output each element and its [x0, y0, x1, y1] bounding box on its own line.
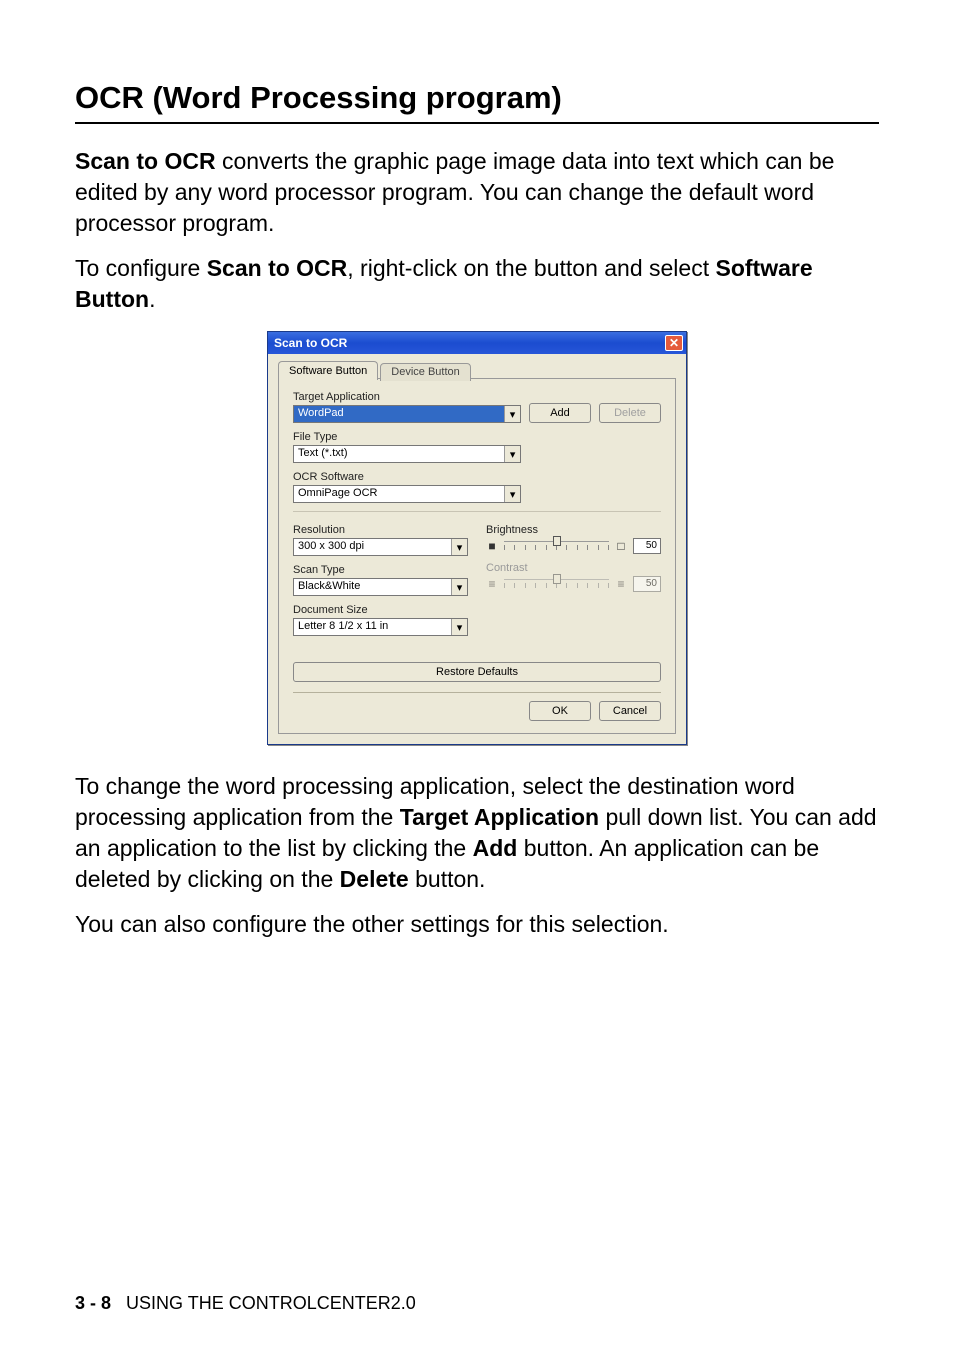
chevron-down-icon[interactable]: ▾ [451, 619, 467, 635]
bold-term-delete: Delete [340, 866, 409, 892]
scan-type-value: Black&White [294, 579, 451, 595]
chevron-down-icon[interactable]: ▾ [504, 486, 520, 502]
label-resolution: Resolution [293, 524, 468, 536]
label-ocr-software: OCR Software [293, 471, 661, 483]
bold-term-scan-to-ocr-2: Scan to OCR [207, 255, 348, 281]
dialog-titlebar[interactable]: Scan to OCR ✕ [268, 332, 686, 354]
brightness-value: 50 [633, 538, 661, 554]
bold-term-add: Add [473, 835, 518, 861]
contrast-value: 50 [633, 576, 661, 592]
resolution-value: 300 x 300 dpi [294, 539, 451, 555]
separator [293, 511, 661, 512]
page-title: OCR (Word Processing program) [75, 80, 879, 124]
intro-paragraph-2: To configure Scan to OCR, right-click on… [75, 253, 879, 315]
intro-paragraph-1: Scan to OCR converts the graphic page im… [75, 146, 879, 239]
followup-paragraph-2: You can also configure the other setting… [75, 909, 879, 940]
chevron-down-icon[interactable]: ▾ [451, 539, 467, 555]
scan-type-select[interactable]: Black&White ▾ [293, 578, 468, 596]
label-document-size: Document Size [293, 604, 468, 616]
bold-term-target-application: Target Application [400, 804, 599, 830]
restore-defaults-button[interactable]: Restore Defaults [293, 662, 661, 682]
label-brightness: Brightness [486, 524, 661, 536]
footer-chapter: USING THE CONTROLCENTER2.0 [126, 1293, 416, 1313]
ocr-software-value: OmniPage OCR [294, 486, 504, 502]
followup-paragraph-1: To change the word processing applicatio… [75, 771, 879, 895]
brightness-slider[interactable]: ■ □ 50 [486, 538, 661, 554]
target-application-select[interactable]: WordPad ▾ [293, 405, 521, 423]
tab-software-button[interactable]: Software Button [278, 361, 378, 380]
label-target-application: Target Application [293, 391, 521, 403]
text: , right-click on the button and select [347, 255, 715, 281]
ok-button[interactable]: OK [529, 701, 591, 721]
text: To configure [75, 255, 207, 281]
scan-to-ocr-dialog: Scan to OCR ✕ Software Button Device But… [267, 331, 687, 745]
label-contrast: Contrast [486, 562, 661, 574]
close-icon[interactable]: ✕ [665, 335, 683, 351]
document-size-value: Letter 8 1/2 x 11 in [294, 619, 451, 635]
resolution-select[interactable]: 300 x 300 dpi ▾ [293, 538, 468, 556]
slider-thumb[interactable] [553, 536, 561, 546]
chevron-down-icon[interactable]: ▾ [451, 579, 467, 595]
tab-device-button[interactable]: Device Button [380, 363, 470, 381]
cancel-button[interactable]: Cancel [599, 701, 661, 721]
brightness-high-icon: □ [615, 539, 627, 553]
label-scan-type: Scan Type [293, 564, 468, 576]
text: . [149, 286, 155, 312]
target-application-value: WordPad [294, 406, 504, 422]
contrast-high-icon: ≡ [615, 577, 627, 591]
delete-button[interactable]: Delete [599, 403, 661, 423]
chevron-down-icon[interactable]: ▾ [504, 446, 520, 462]
file-type-select[interactable]: Text (*.txt) ▾ [293, 445, 521, 463]
dialog-screenshot: Scan to OCR ✕ Software Button Device But… [75, 331, 879, 745]
chevron-down-icon[interactable]: ▾ [504, 406, 520, 422]
document-size-select[interactable]: Letter 8 1/2 x 11 in ▾ [293, 618, 468, 636]
footer-page-ref: 3 - 8 [75, 1293, 111, 1313]
text: button. [409, 866, 486, 892]
page-footer: 3 - 8 USING THE CONTROLCENTER2.0 [75, 1293, 416, 1314]
ocr-software-select[interactable]: OmniPage OCR ▾ [293, 485, 521, 503]
slider-thumb [553, 574, 561, 584]
dialog-title: Scan to OCR [274, 336, 665, 350]
bold-term-scan-to-ocr: Scan to OCR [75, 148, 216, 174]
add-button[interactable]: Add [529, 403, 591, 423]
label-file-type: File Type [293, 431, 661, 443]
contrast-low-icon: ≡ [486, 577, 498, 591]
file-type-value: Text (*.txt) [294, 446, 504, 462]
brightness-low-icon: ■ [486, 539, 498, 553]
contrast-slider: ≡ ≡ 50 [486, 576, 661, 592]
